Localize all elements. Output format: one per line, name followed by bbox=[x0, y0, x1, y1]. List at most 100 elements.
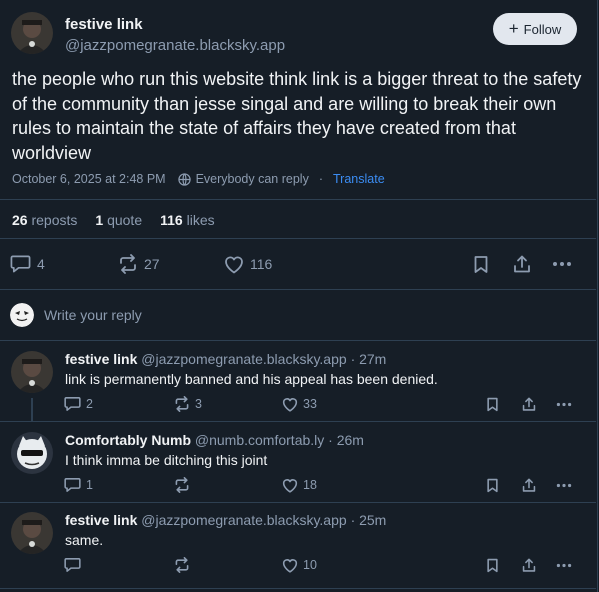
translate-link[interactable]: Translate bbox=[333, 172, 385, 186]
repost-arrows-icon bbox=[175, 477, 189, 493]
repost-count: 27 bbox=[144, 256, 160, 272]
divider bbox=[0, 199, 596, 200]
reply-header: festive link @jazzpomegranate.blacksky.a… bbox=[65, 351, 386, 367]
reply-count: 4 bbox=[37, 256, 45, 272]
reply-button[interactable]: 1 bbox=[64, 476, 93, 494]
ellipsis-icon bbox=[556, 483, 572, 487]
like-button[interactable]: 116 bbox=[224, 252, 272, 276]
share-button[interactable] bbox=[522, 476, 536, 494]
ellipsis-icon bbox=[556, 402, 572, 406]
repost-arrows-icon bbox=[120, 254, 136, 274]
ellipsis-icon bbox=[556, 563, 572, 567]
like-count: 18 bbox=[303, 478, 317, 492]
bookmark-button[interactable] bbox=[486, 395, 499, 413]
share-button[interactable] bbox=[522, 395, 536, 413]
heart-icon bbox=[282, 558, 298, 573]
bookmark-button[interactable] bbox=[473, 252, 489, 276]
meta-separator: · bbox=[318, 172, 324, 186]
ellipsis-icon bbox=[553, 262, 571, 266]
reply-author-handle[interactable]: @numb.comfortab.ly bbox=[195, 432, 324, 448]
reply-setting[interactable]: Everybody can reply bbox=[177, 172, 309, 186]
reply-header: festive link @jazzpomegranate.blacksky.a… bbox=[65, 512, 386, 528]
reply-item[interactable]: Comfortably Numb @numb.comfortab.ly · 26… bbox=[0, 432, 598, 502]
reposts-stat[interactable]: 26 reposts bbox=[12, 212, 77, 228]
divider bbox=[0, 340, 596, 341]
author-handle[interactable]: @jazzpomegranate.blacksky.app bbox=[65, 37, 285, 54]
compose-reply[interactable]: Write your reply bbox=[10, 302, 142, 328]
reply-author-avatar[interactable] bbox=[11, 512, 53, 554]
reply-time: · 25m bbox=[350, 512, 387, 528]
reply-item[interactable]: festive link @jazzpomegranate.blacksky.a… bbox=[0, 512, 598, 582]
reply-count: 2 bbox=[86, 397, 93, 411]
repost-count: 3 bbox=[195, 397, 202, 411]
more-options-button[interactable] bbox=[552, 252, 572, 276]
reply-actions: 2 3 33 bbox=[64, 395, 579, 413]
reply-item[interactable]: festive link @jazzpomegranate.blacksky.a… bbox=[0, 351, 598, 421]
like-button[interactable]: 10 bbox=[282, 556, 317, 574]
speech-bubble-icon bbox=[64, 478, 81, 492]
reply-button[interactable]: 2 bbox=[64, 395, 93, 413]
post-text: the people who run this website think li… bbox=[12, 69, 582, 163]
bookmark-button[interactable] bbox=[486, 556, 499, 574]
likes-stat[interactable]: 116 likes bbox=[160, 212, 215, 228]
repost-button[interactable] bbox=[174, 556, 195, 574]
reply-setting-label: Everybody can reply bbox=[195, 172, 309, 186]
author-name[interactable]: festive link bbox=[65, 16, 285, 33]
bookmark-button[interactable] bbox=[486, 476, 499, 494]
divider bbox=[0, 289, 596, 290]
more-options-button[interactable] bbox=[556, 556, 572, 574]
follow-label: Follow bbox=[523, 21, 562, 37]
divider bbox=[0, 421, 596, 422]
share-button[interactable] bbox=[513, 252, 531, 276]
author-avatar[interactable] bbox=[11, 12, 53, 54]
reply-actions: 1 18 bbox=[64, 476, 579, 494]
reply-header: Comfortably Numb @numb.comfortab.ly · 26… bbox=[65, 432, 364, 448]
reply-author-avatar[interactable] bbox=[11, 351, 53, 393]
heart-icon bbox=[282, 478, 298, 493]
share-button[interactable] bbox=[522, 556, 536, 574]
reply-text: same. bbox=[65, 532, 104, 548]
repost-button[interactable] bbox=[174, 476, 195, 494]
like-button[interactable]: 18 bbox=[282, 476, 317, 494]
more-options-button[interactable] bbox=[556, 395, 572, 413]
like-count: 10 bbox=[303, 558, 317, 572]
reply-button[interactable]: 4 bbox=[10, 252, 45, 276]
reply-author-name[interactable]: festive link bbox=[65, 512, 137, 528]
reply-author-name[interactable]: festive link bbox=[65, 351, 137, 367]
bookmark-icon bbox=[487, 558, 498, 572]
bookmark-icon bbox=[487, 397, 498, 411]
post-header: festive link @jazzpomegranate.blacksky.a… bbox=[11, 12, 577, 58]
like-count: 33 bbox=[303, 397, 317, 411]
like-button[interactable]: 33 bbox=[282, 395, 317, 413]
share-icon bbox=[522, 557, 536, 572]
more-options-button[interactable] bbox=[556, 476, 572, 494]
share-icon bbox=[514, 255, 530, 272]
plus-icon: + bbox=[508, 18, 519, 38]
post-meta: October 6, 2025 at 2:48 PM Everybody can… bbox=[12, 172, 385, 186]
like-count: 116 bbox=[250, 256, 273, 272]
speech-bubble-icon bbox=[64, 558, 81, 572]
thread-line bbox=[31, 398, 33, 421]
divider bbox=[0, 502, 596, 503]
reply-text: I think imma be ditching this joint bbox=[65, 452, 268, 468]
heart-icon bbox=[282, 397, 298, 412]
my-avatar bbox=[10, 303, 34, 327]
divider bbox=[0, 238, 596, 239]
divider bbox=[0, 588, 596, 589]
repost-button[interactable]: 3 bbox=[174, 395, 202, 413]
quotes-stat[interactable]: 1 quote bbox=[95, 212, 142, 228]
reply-button[interactable] bbox=[64, 556, 86, 574]
reply-author-name[interactable]: Comfortably Numb bbox=[65, 432, 191, 448]
share-icon bbox=[522, 478, 536, 492]
reply-author-handle[interactable]: @jazzpomegranate.blacksky.app bbox=[141, 351, 346, 367]
reply-author-avatar[interactable] bbox=[11, 432, 53, 474]
post-timestamp: October 6, 2025 at 2:48 PM bbox=[12, 172, 166, 186]
globe-icon bbox=[177, 172, 191, 186]
repost-button[interactable]: 27 bbox=[118, 252, 160, 276]
follow-button[interactable]: + Follow bbox=[493, 13, 577, 45]
bookmark-icon bbox=[487, 478, 498, 492]
reply-time: · 26m bbox=[328, 432, 364, 448]
post-actions: 4 27 116 bbox=[8, 252, 577, 276]
post-stats: 26 reposts 1 quote 116 likes bbox=[12, 212, 215, 228]
reply-author-handle[interactable]: @jazzpomegranate.blacksky.app bbox=[141, 512, 346, 528]
